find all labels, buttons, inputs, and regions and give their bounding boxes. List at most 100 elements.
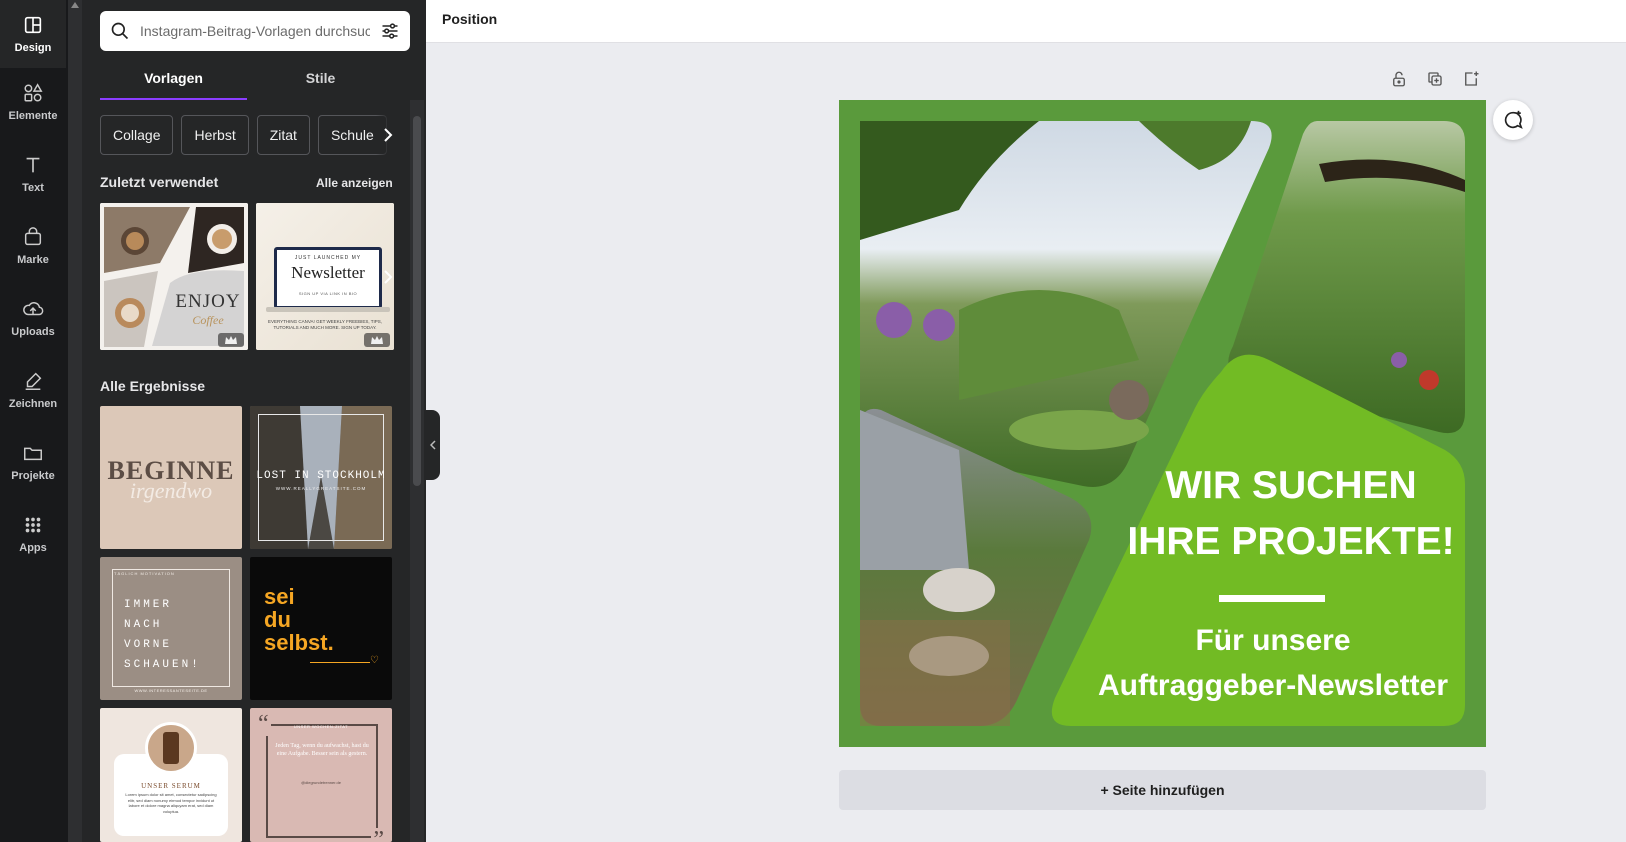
chip-zitat[interactable]: Zitat xyxy=(256,115,310,155)
newsletter-body: EVERYTHING CANVA! GET WEEKLY FREEBIES, T… xyxy=(267,319,383,330)
search-input[interactable] xyxy=(140,23,370,39)
crown-icon xyxy=(364,333,390,347)
stockholm-title: LOST IN STOCKHOLM xyxy=(256,470,386,482)
rail-item-design[interactable]: Design xyxy=(0,0,66,68)
tab-stile[interactable]: Stile xyxy=(247,64,394,100)
rail-label: Elemente xyxy=(8,110,58,122)
comment-add-icon xyxy=(1504,110,1523,129)
result-template-zitat[interactable]: “ ” UNSER WOCHEN-ZITAT Jeden Tag, wenn d… xyxy=(250,708,392,842)
collapse-panel-button[interactable] xyxy=(426,410,440,480)
quote-close-icon: ” xyxy=(371,828,386,842)
subheadline-line1: Für unsere xyxy=(1195,624,1351,657)
immer-top: TÄGLICH MOTIVATION xyxy=(114,571,175,576)
subheadline[interactable]: Für unsere Auftraggeber-Newsletter xyxy=(1079,618,1467,708)
stockholm-url: WWW.REALLYGREATSITE.COM xyxy=(275,486,367,491)
result-template-sei-du-selbst[interactable]: sei du selbst. ♡ xyxy=(250,557,392,700)
sei-line: sei xyxy=(264,584,295,609)
immer-line: IMMER xyxy=(124,599,173,611)
apps-grid-icon xyxy=(25,517,41,533)
newsletter-sub: SIGN UP VIA LINK IN BIO xyxy=(298,291,358,296)
sei-du-selbst-text: sei du selbst. xyxy=(264,585,334,654)
coffee-subtitle: Coffee xyxy=(192,313,224,327)
side-rail: Design Elemente Text Marke Uploads Zeich… xyxy=(0,0,68,842)
immer-line: NACH xyxy=(124,619,163,631)
upload-cloud-icon xyxy=(23,302,44,316)
result-template-stockholm[interactable]: LOST IN STOCKHOLM WWW.REALLYGREATSITE.CO… xyxy=(250,406,392,549)
serum-bottle xyxy=(163,732,179,764)
brand-icon xyxy=(24,227,42,246)
headline-divider xyxy=(1219,595,1325,602)
heart-icon: ♡ xyxy=(370,655,379,666)
sei-line: du xyxy=(264,607,291,632)
result-template-immer[interactable]: TÄGLICH MOTIVATION IMMER NACH VORNE SCHA… xyxy=(100,557,242,700)
search-icon xyxy=(100,11,140,51)
rail-label: Uploads xyxy=(11,326,55,338)
sei-line: selbst. xyxy=(264,630,334,655)
chevron-right-icon[interactable] xyxy=(376,115,400,155)
coffee-title: ENJOY xyxy=(175,291,241,312)
chevron-right-icon[interactable] xyxy=(376,262,400,292)
tab-vorlagen[interactable]: Vorlagen xyxy=(100,64,247,100)
zitat-footer: @diegrundetrenner.de xyxy=(301,780,341,785)
rail-item-apps[interactable]: Apps xyxy=(0,500,66,568)
page-tools xyxy=(1390,70,1480,88)
immer-lines: IMMER NACH VORNE SCHAUEN! xyxy=(124,595,201,675)
immer-line: SCHAUEN! xyxy=(124,659,201,671)
immer-line: VORNE xyxy=(124,639,173,651)
zitat-body: Jeden Tag, wenn du aufwachst, hast du ei… xyxy=(275,743,369,757)
rail-item-uploads[interactable]: Uploads xyxy=(0,284,66,352)
editor-topbar: Position xyxy=(426,0,1626,43)
result-template-serum[interactable]: UNSER SERUM Lorem ipsum dolor sit amet, … xyxy=(100,708,242,842)
design-canvas[interactable]: WIR SUCHEN IHRE PROJEKTE! Für unsere Auf… xyxy=(839,100,1486,747)
chevron-left-icon xyxy=(430,440,436,450)
recent-template-coffee[interactable]: ENJOY Coffee xyxy=(100,203,248,350)
rail-label: Projekte xyxy=(11,470,55,482)
headline-line1: WIR SUCHEN xyxy=(1165,464,1417,507)
duplicate-page-icon[interactable] xyxy=(1426,70,1444,88)
recent-title: Zuletzt verwendet xyxy=(100,174,219,190)
recent-template-newsletter[interactable]: JUST LAUNCHED MY Newsletter SIGN UP VIA … xyxy=(256,203,394,350)
divider xyxy=(310,662,370,663)
add-comment-button[interactable] xyxy=(1493,100,1533,140)
add-page-button[interactable]: + Seite hinzufügen xyxy=(839,770,1486,810)
unlock-icon[interactable] xyxy=(1390,70,1408,88)
newsletter-top: JUST LAUNCHED MY xyxy=(294,255,362,261)
filter-icon[interactable] xyxy=(370,11,410,51)
serum-body: Lorem ipsum dolor sit amet, consectetur … xyxy=(125,792,217,814)
position-button[interactable]: Position xyxy=(442,11,497,27)
panel-scrollbar[interactable] xyxy=(410,100,424,842)
headline[interactable]: WIR SUCHEN IHRE PROJEKTE! xyxy=(1101,458,1481,570)
chip-collage[interactable]: Collage xyxy=(100,115,174,155)
scroll-up-icon xyxy=(71,2,79,8)
serum-title: UNSER SERUM xyxy=(141,782,201,790)
scrollbar-thumb[interactable] xyxy=(413,116,421,486)
text-icon xyxy=(26,157,40,173)
panel-tabs: Vorlagen Stile xyxy=(100,64,394,100)
subheadline-line2: Auftraggeber-Newsletter xyxy=(1097,669,1449,702)
see-all-link[interactable]: Alle anzeigen xyxy=(316,176,393,190)
shapes-icon xyxy=(24,83,43,102)
rail-item-elemente[interactable]: Elemente xyxy=(0,68,66,136)
rail-item-text[interactable]: Text xyxy=(0,140,66,208)
template-search[interactable] xyxy=(100,11,410,51)
rail-label: Text xyxy=(22,182,44,194)
newsletter-title: Newsletter xyxy=(291,263,365,282)
draw-icon xyxy=(25,372,42,390)
rail-item-projekte[interactable]: Projekte xyxy=(0,428,66,496)
add-page-icon[interactable] xyxy=(1462,70,1480,88)
rail-label: Design xyxy=(14,42,52,54)
category-chips: Collage Herbst Zitat Schule xyxy=(100,115,394,155)
rail-item-marke[interactable]: Marke xyxy=(0,212,66,280)
layout-icon xyxy=(24,16,42,34)
results-title: Alle Ergebnisse xyxy=(100,378,206,394)
beginne-script: irgendwo xyxy=(129,478,213,503)
rail-item-zeichnen[interactable]: Zeichnen xyxy=(0,356,66,424)
zitat-top: UNSER WOCHEN-ZITAT xyxy=(293,724,349,729)
rail-label: Apps xyxy=(19,542,47,554)
rail-label: Zeichnen xyxy=(8,398,58,410)
rail-label: Marke xyxy=(17,254,49,266)
chip-herbst[interactable]: Herbst xyxy=(181,115,249,155)
folder-icon xyxy=(24,447,42,461)
result-template-beginne[interactable]: BEGINNE irgendwo xyxy=(100,406,242,549)
rail-scrollbar[interactable] xyxy=(68,0,82,842)
